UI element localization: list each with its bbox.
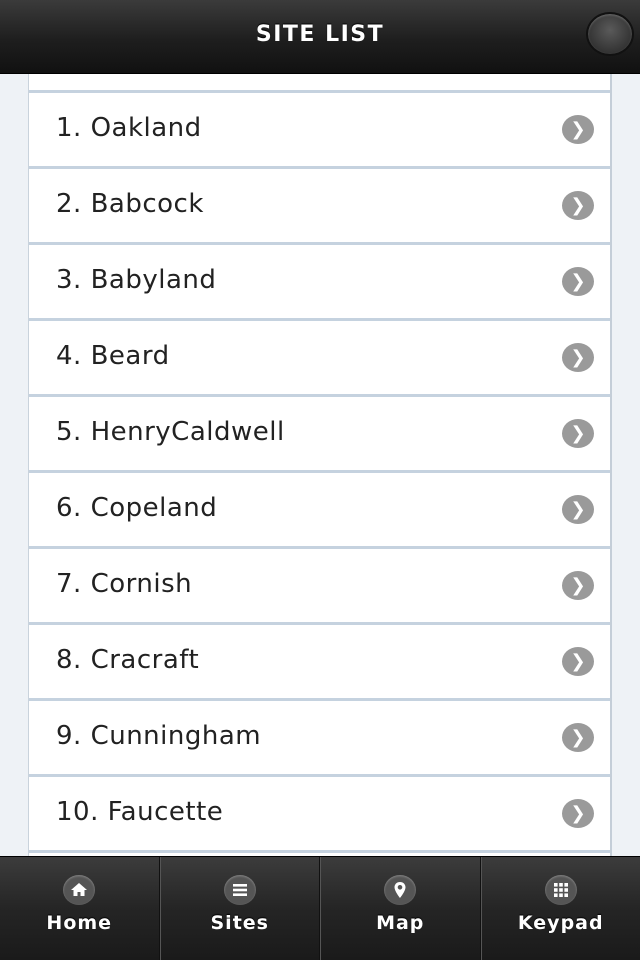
nav-tab-map[interactable]: Map [320,857,481,960]
app-screen: SITE LIST 1. Oakland ❯ 2. Babcock ❯ 3. B… [0,0,640,960]
site-list-item-label: 3. Babyland [56,265,217,295]
site-list-item-label: 6. Copeland [56,493,218,523]
bottom-nav-bar: Home Sites Map Keypad [0,856,640,960]
site-list-item-label: 9. Cunningham [56,721,262,751]
site-list-item-label: 5. HenryCaldwell [56,417,285,447]
chevron-right-icon: ❯ [562,723,594,752]
site-list-item-copeland[interactable]: 6. Copeland ❯ [29,473,610,549]
chevron-right-icon: ❯ [562,191,594,220]
list-item-partial [29,74,610,93]
header-bar: SITE LIST [0,0,640,74]
site-list-item-faucette[interactable]: 10. Faucette ❯ [29,777,610,853]
site-list-item-label: 8. Cracraft [56,645,200,675]
site-list-item-label: 7. Cornish [56,569,193,599]
site-list-item-oakland[interactable]: 1. Oakland ❯ [29,93,610,169]
chevron-right-icon: ❯ [562,571,594,600]
site-list-item-label: 4. Beard [56,341,170,371]
site-list-item-henrycaldwell[interactable]: 5. HenryCaldwell ❯ [29,397,610,473]
map-pin-icon [384,875,417,905]
site-list-item-babyland[interactable]: 3. Babyland ❯ [29,245,610,321]
chevron-right-icon: ❯ [562,495,594,524]
chevron-right-icon: ❯ [562,647,594,676]
chevron-right-icon: ❯ [562,343,594,372]
chevron-right-icon: ❯ [562,115,594,144]
chevron-right-icon: ❯ [562,799,594,828]
site-list-item-cracraft[interactable]: 8. Cracraft ❯ [29,625,610,701]
nav-tab-sites[interactable]: Sites [159,857,320,960]
site-list-item-label: 10. Faucette [56,797,224,827]
nav-tab-home[interactable]: Home [0,857,160,960]
nav-tab-label: Sites [210,912,269,934]
nav-tab-keypad[interactable]: Keypad [480,857,640,960]
site-list-item-label: 2. Babcock [56,189,204,219]
chevron-right-icon: ❯ [562,419,594,448]
keypad-icon [544,875,577,905]
site-list-item-cunningham[interactable]: 9. Cunningham ❯ [29,701,610,777]
nav-tab-label: Home [46,912,113,934]
site-list-item-babcock[interactable]: 2. Babcock ❯ [29,169,610,245]
page-title: SITE LIST [255,22,385,47]
chevron-right-icon: ❯ [562,267,594,296]
site-list-item-beard[interactable]: 4. Beard ❯ [29,321,610,397]
nav-tab-label: Keypad [517,912,604,934]
list-icon [223,875,256,905]
header-action-button[interactable] [586,12,634,56]
home-icon [63,875,96,905]
site-list-item-label: 1. Oakland [56,113,202,143]
site-list[interactable]: 1. Oakland ❯ 2. Babcock ❯ 3. Babyland ❯ … [28,74,612,856]
site-list-item-cornish[interactable]: 7. Cornish ❯ [29,549,610,625]
nav-tab-label: Map [376,912,425,934]
